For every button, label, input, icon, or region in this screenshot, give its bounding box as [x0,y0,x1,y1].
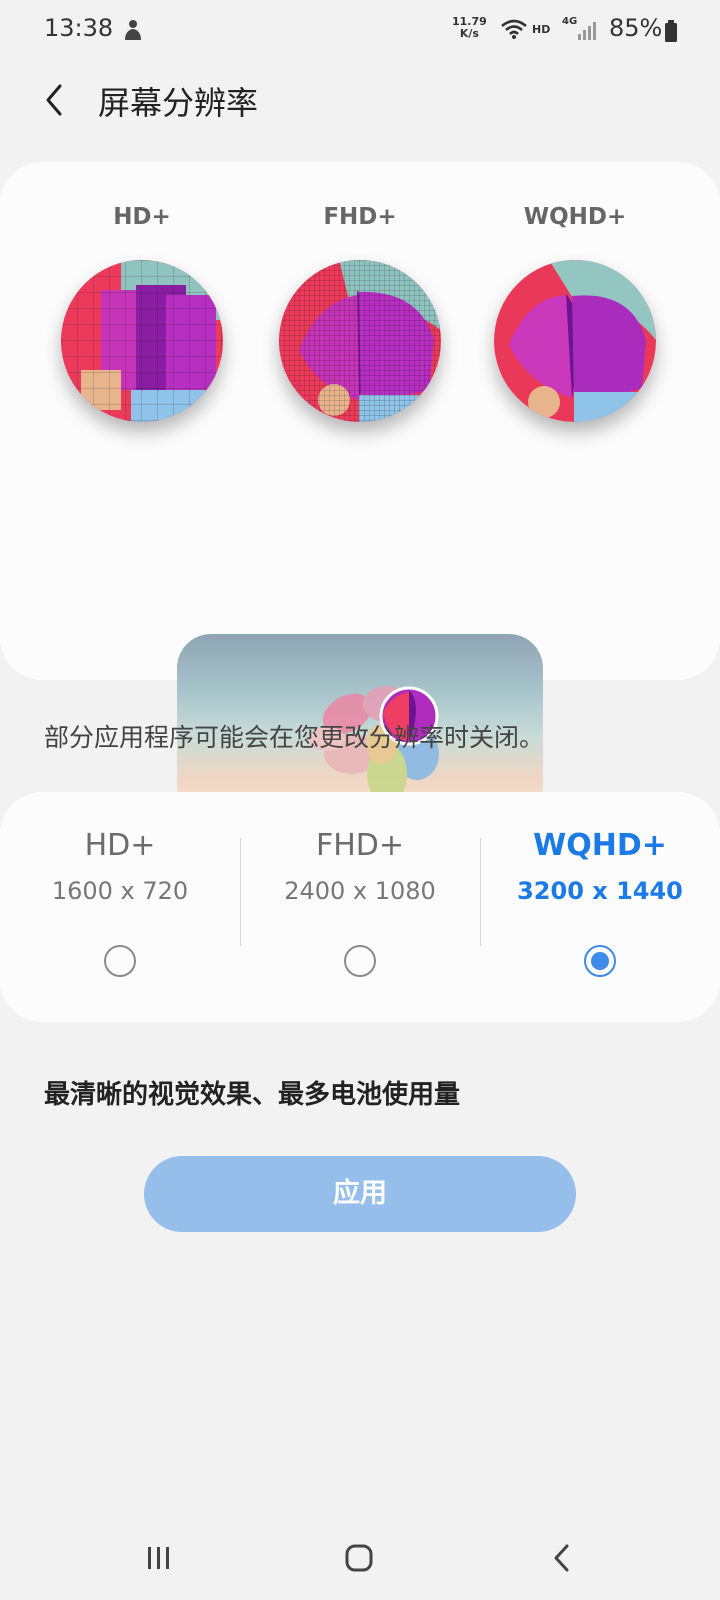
resolution-preview-card: HD+ FHD+ WQHD+ [0,162,720,806]
radio-button-wqhd[interactable] [584,945,616,977]
wifi-icon [501,19,527,39]
option-dimensions: 2400 x 1080 [284,877,436,905]
home-icon[interactable] [345,1544,373,1572]
battery-percent: 85% [609,14,663,42]
resolution-selector-card: HD+ 1600 x 720 FHD+ 2400 x 1080 WQHD+ 32… [0,792,720,1022]
fhd-sample-art [279,260,441,422]
network-type: 4G [562,16,578,27]
option-name: FHD+ [315,828,405,863]
hd-voice-badge: HD [532,23,551,36]
wqhd-magnifier-image [494,260,656,422]
preview-label-wqhd: WQHD+ [523,204,627,230]
option-dimensions: 1600 x 720 [51,877,189,905]
hd-magnifier-image [61,260,223,422]
option-fhd[interactable]: FHD+ 2400 x 1080 [240,792,480,1022]
preview-hd: HD+ [57,204,227,422]
battery-icon [665,20,677,42]
radio-button-hd[interactable] [104,945,136,977]
radio-button-fhd[interactable] [344,945,376,977]
status-time: 13:38 [44,14,114,42]
preview-label-fhd: FHD+ [323,204,397,230]
option-name: WQHD+ [533,828,667,863]
hd-sample-art [61,260,223,422]
apply-button[interactable]: 应用 [144,1156,576,1232]
person-notification-icon [125,20,141,40]
option-dimensions: 3200 x 1440 [517,877,683,905]
status-bar: 13:38 11.79 K/s HD 4G 85% [0,0,720,62]
option-wqhd[interactable]: WQHD+ 3200 x 1440 [480,792,720,1022]
resolution-change-note: 部分应用程序可能会在您更改分辨率时关闭。 [44,723,545,752]
option-hd[interactable]: HD+ 1600 x 720 [0,792,240,1022]
preview-wqhd: WQHD+ [490,204,660,422]
option-name: HD+ [84,828,156,863]
resolution-effect-description: 最清晰的视觉效果、最多电池使用量 [44,1080,461,1110]
preview-fhd: FHD+ [275,204,445,422]
fhd-magnifier-image [279,260,441,422]
back-button[interactable] [36,78,76,122]
signal-icon [578,22,596,40]
back-icon[interactable] [552,1543,572,1573]
preview-label-hd: HD+ [113,204,171,230]
recent-apps-icon[interactable] [146,1545,172,1571]
wqhd-sample-art [494,260,656,422]
network-speed: 11.79 K/s [452,15,487,40]
page-title: 屏幕分辨率 [98,84,259,122]
